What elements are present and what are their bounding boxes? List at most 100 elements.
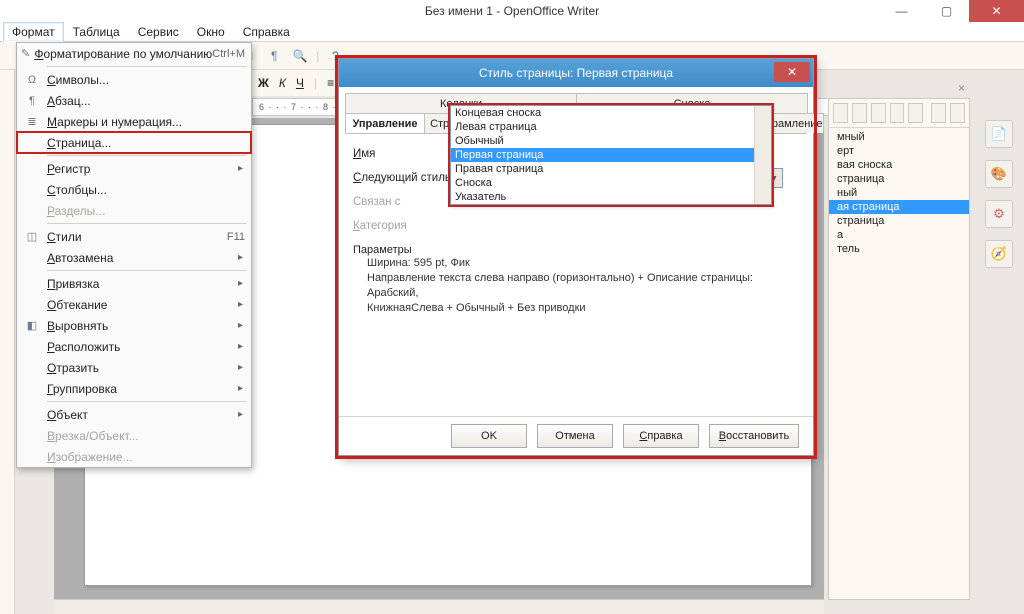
menu-icon: ◧ bbox=[17, 319, 47, 332]
menu-item[interactable]: ≣Маркеры и нумерация... bbox=[17, 111, 251, 132]
bold-button[interactable]: Ж bbox=[258, 76, 269, 90]
frame-styles-icon[interactable] bbox=[871, 103, 886, 123]
style-list-item[interactable]: ный bbox=[829, 186, 969, 200]
label-name: Имя bbox=[353, 148, 463, 160]
menu-item[interactable]: Привязка▸ bbox=[17, 273, 251, 294]
close-button[interactable]: ✕ bbox=[969, 0, 1024, 22]
menu-item[interactable]: Автозамена▸ bbox=[17, 247, 251, 268]
italic-button[interactable]: К bbox=[279, 76, 286, 90]
dropdown-option[interactable]: Левая страница bbox=[451, 120, 771, 134]
reset-button[interactable]: Восстановить bbox=[709, 424, 799, 448]
menu-window[interactable]: Окно bbox=[188, 22, 234, 42]
menu-item[interactable]: ◧Выровнять▸ bbox=[17, 315, 251, 336]
menu-service[interactable]: Сервис bbox=[129, 22, 188, 42]
panel-close-icon[interactable]: × bbox=[958, 81, 965, 95]
menu-format[interactable]: Формат bbox=[3, 22, 64, 42]
menu-icon: ◫ bbox=[17, 230, 47, 243]
nonprint-icon[interactable]: ¶ bbox=[264, 46, 284, 66]
dropdown-option[interactable]: Правая страница bbox=[451, 162, 771, 176]
menu-shortcut: Ctrl+M bbox=[212, 48, 245, 60]
styles-toolbar bbox=[829, 99, 969, 128]
dropdown-option[interactable]: Концевая сноска bbox=[451, 106, 771, 120]
menu-label: Автозамена bbox=[47, 251, 238, 265]
zoom-icon[interactable]: 🔍 bbox=[290, 46, 310, 66]
para-styles-icon[interactable] bbox=[833, 103, 848, 123]
maximize-button[interactable]: ▢ bbox=[924, 0, 969, 22]
submenu-arrow-icon: ▸ bbox=[238, 362, 245, 373]
styles-panel: × мныйертвая сноскастраницаныйая страниц… bbox=[828, 98, 970, 600]
style-list-item[interactable]: страница bbox=[829, 172, 969, 186]
sidebar-gallery-icon[interactable]: ⚙ bbox=[985, 200, 1013, 228]
menu-label: Символы... bbox=[47, 73, 245, 87]
menu-item[interactable]: ◫СтилиF11 bbox=[17, 226, 251, 247]
menu-label: Регистр bbox=[47, 162, 238, 176]
menu-item[interactable]: Расположить▸ bbox=[17, 336, 251, 357]
dialog-close-button[interactable]: ✕ bbox=[774, 62, 810, 82]
style-list-item[interactable]: ая страница bbox=[829, 200, 969, 214]
list-styles-icon[interactable] bbox=[908, 103, 923, 123]
submenu-arrow-icon: ▸ bbox=[238, 320, 245, 331]
tab-organizer[interactable]: Управление bbox=[345, 113, 425, 133]
menu-label: Форматирование по умолчанию bbox=[34, 47, 212, 61]
menu-table[interactable]: Таблица bbox=[64, 22, 129, 42]
left-gutter bbox=[0, 70, 15, 614]
help-button[interactable]: Справка bbox=[623, 424, 699, 448]
menu-item[interactable]: Столбцы... bbox=[17, 179, 251, 200]
submenu-arrow-icon: ▸ bbox=[238, 341, 245, 352]
menu-label: Привязка bbox=[47, 277, 238, 291]
menubar: Формат Таблица Сервис Окно Справка bbox=[0, 22, 1024, 42]
menu-label: Расположить bbox=[47, 340, 238, 354]
label-linked: Связан с bbox=[353, 196, 463, 208]
style-list-item[interactable]: вая сноска bbox=[829, 158, 969, 172]
ok-button[interactable]: OK bbox=[451, 424, 527, 448]
sidebar-properties-icon[interactable]: 📄 bbox=[985, 120, 1013, 148]
underline-button[interactable]: Ч bbox=[296, 76, 304, 90]
new-style-icon[interactable] bbox=[950, 103, 965, 123]
next-style-dropdown: Концевая сноскаЛевая страницаОбычныйПерв… bbox=[450, 105, 772, 205]
style-list-item[interactable]: страница bbox=[829, 214, 969, 228]
sidebar-icons: 📄 🎨 ⚙ 🧭 bbox=[978, 120, 1020, 268]
menu-item: Разделы... bbox=[17, 200, 251, 221]
page-styles-icon[interactable] bbox=[890, 103, 905, 123]
fill-format-icon[interactable] bbox=[931, 103, 946, 123]
dropdown-option[interactable]: Первая страница bbox=[451, 148, 771, 162]
menu-item[interactable]: Регистр▸ bbox=[17, 158, 251, 179]
menu-label: Выровнять bbox=[47, 319, 238, 333]
menu-item[interactable]: Отразить▸ bbox=[17, 357, 251, 378]
dropdown-scrollbar[interactable] bbox=[754, 106, 771, 204]
submenu-arrow-icon: ▸ bbox=[238, 383, 245, 394]
char-styles-icon[interactable] bbox=[852, 103, 867, 123]
dropdown-option[interactable]: Сноска bbox=[451, 176, 771, 190]
menu-item[interactable]: Объект▸ bbox=[17, 404, 251, 425]
menu-icon: ¶ bbox=[17, 95, 47, 107]
menu-item[interactable]: ΩСимволы... bbox=[17, 69, 251, 90]
params-header: Параметры bbox=[353, 244, 799, 256]
style-list-item[interactable]: а bbox=[829, 228, 969, 242]
menu-item[interactable]: Страница... bbox=[17, 132, 251, 153]
menu-label: Разделы... bbox=[47, 204, 245, 218]
style-list-item[interactable]: мный bbox=[829, 130, 969, 144]
menu-item[interactable]: Обтекание▸ bbox=[17, 294, 251, 315]
align-left-icon[interactable]: ≡ bbox=[327, 76, 334, 90]
menu-help[interactable]: Справка bbox=[234, 22, 299, 42]
menu-item[interactable]: ¶Абзац... bbox=[17, 90, 251, 111]
style-list-item[interactable]: ерт bbox=[829, 144, 969, 158]
menu-label: Отразить bbox=[47, 361, 238, 375]
submenu-arrow-icon: ▸ bbox=[238, 409, 245, 420]
menu-label: Врезка/Объект... bbox=[47, 429, 245, 443]
menu-label: Группировка bbox=[47, 382, 238, 396]
style-list-item[interactable]: тель bbox=[829, 242, 969, 256]
dropdown-option[interactable]: Указатель bbox=[451, 190, 771, 204]
minimize-button[interactable]: — bbox=[879, 0, 924, 22]
dropdown-option[interactable]: Обычный bbox=[451, 134, 771, 148]
label-category: Категория bbox=[353, 220, 463, 232]
menu-item: Изображение... bbox=[17, 446, 251, 467]
cancel-button[interactable]: Отмена bbox=[537, 424, 613, 448]
menu-label: Объект bbox=[47, 408, 238, 422]
menu-item[interactable]: ✎Форматирование по умолчаниюCtrl+M bbox=[17, 43, 251, 64]
menu-label: Столбцы... bbox=[47, 183, 245, 197]
h-scrollbar[interactable] bbox=[54, 599, 824, 614]
menu-item[interactable]: Группировка▸ bbox=[17, 378, 251, 399]
sidebar-styles-icon[interactable]: 🎨 bbox=[985, 160, 1013, 188]
sidebar-navigator-icon[interactable]: 🧭 bbox=[985, 240, 1013, 268]
